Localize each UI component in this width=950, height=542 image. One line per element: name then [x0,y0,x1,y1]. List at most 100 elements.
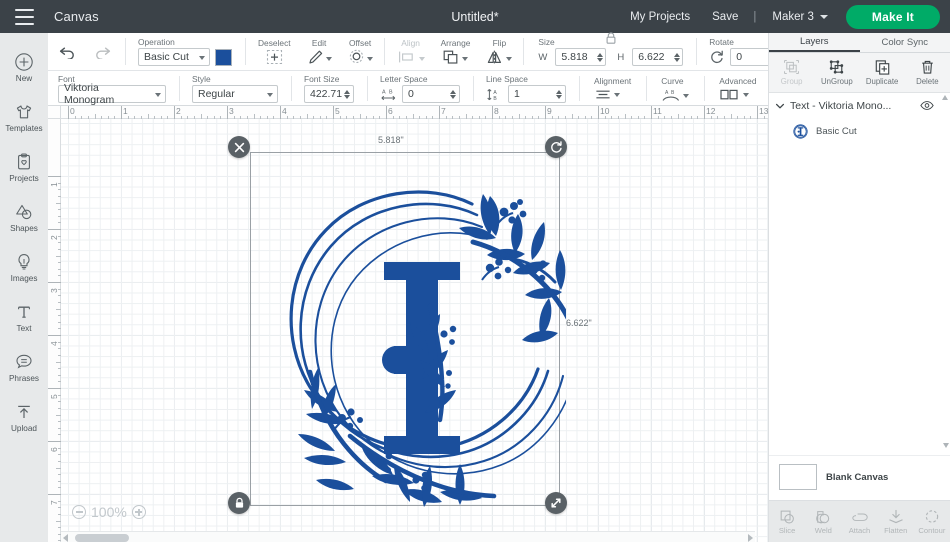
ruler-tick-minor [58,394,61,396]
size-width-stepper[interactable] [595,52,604,62]
flatten-button[interactable]: Flatten [878,509,914,535]
operation-select[interactable]: Basic Cut [138,48,210,66]
speech-bubble-icon [16,354,32,369]
zoom-out-icon[interactable] [72,505,86,519]
eye-icon[interactable] [920,100,934,111]
sidebar-item-shapes[interactable]: Shapes [0,192,48,242]
redo-icon[interactable] [93,44,112,59]
line-space-input[interactable] [514,88,554,100]
chevron-down-icon[interactable] [775,101,785,111]
ruler-tick-minor [697,116,699,119]
sidebar-item-templates[interactable]: Templates [0,92,48,142]
ruler-tick-minor [167,116,169,119]
blank-canvas-row[interactable]: Blank Canvas [769,455,950,500]
zoom-in-icon[interactable] [131,505,146,519]
ruler-tick-minor [730,114,732,119]
ungroup-icon [830,60,844,74]
line-space-field[interactable] [508,85,566,103]
alignment-button[interactable] [594,88,620,101]
ruler-tick-minor [58,301,61,303]
scroll-right-arrow-icon[interactable] [748,534,753,542]
design-canvas-area[interactable]: 5.818" 6.622" 0 1 2 3 4 5 6 7 8 9 10 11 12 13 1234567… [48,106,768,542]
font-size-stepper[interactable] [342,89,350,99]
weld-button[interactable]: Weld [805,509,841,535]
advanced-button[interactable] [719,88,750,101]
arrange-button[interactable]: Arrange [433,38,479,65]
rotate-handle[interactable] [545,136,567,158]
size-height-stepper[interactable] [672,52,681,62]
curve-button[interactable]: A B [661,88,690,102]
font-size-input[interactable] [310,88,342,100]
flatten-label: Flatten [884,525,908,535]
slice-button[interactable]: Slice [769,509,805,535]
group-button[interactable]: Group [769,53,814,92]
ruler-tick-minor [81,116,83,119]
letter-space-field[interactable] [402,85,460,103]
size-height-field[interactable] [632,48,684,66]
letter-space-stepper[interactable] [448,89,456,99]
scroll-down-arrow-icon[interactable] [943,443,949,448]
canvas-scroll-down[interactable] [943,443,949,448]
offset-button[interactable]: Offset [340,38,381,65]
line-space-stepper[interactable] [554,89,562,99]
attach-button[interactable]: Attach [841,509,877,535]
lock-closed-icon [606,32,616,44]
edit-button[interactable]: Edit [299,38,340,65]
make-it-button[interactable]: Make It [845,4,940,29]
width-dimension-label: 5.818" [378,135,404,145]
sidebar-item-upload[interactable]: Upload [0,392,48,442]
sidebar-item-new[interactable]: New [0,42,48,92]
delete-button[interactable]: Delete [905,53,950,92]
hamburger-menu-icon[interactable] [0,0,48,33]
delete-handle[interactable] [228,136,250,158]
size-lock-toggle[interactable] [604,31,617,50]
ruler-tick-minor [58,288,61,290]
sidebar-item-text[interactable]: Text [0,292,48,342]
ungroup-button[interactable]: UnGroup [814,53,859,92]
ruler-tick-minor [505,116,507,119]
scroll-left-arrow-icon[interactable] [63,534,68,542]
sidebar-item-projects[interactable]: Projects [0,142,48,192]
sidebar-item-images[interactable]: Images [0,242,48,292]
save-button[interactable]: Save [701,11,749,23]
ruler-tick-minor [472,116,474,119]
chevron-down-icon [366,57,373,61]
deselect-button[interactable]: Deselect [250,38,299,65]
tab-layers[interactable]: Layers [769,33,860,52]
size-width-field[interactable] [555,48,607,66]
scroll-up-arrow-icon[interactable] [942,95,948,100]
font-select[interactable]: Viktoria Monogram [58,82,166,106]
layer-group-row[interactable]: Text - Viktoria Mono... [769,93,950,118]
layers-scrollbar[interactable] [942,95,949,453]
scrollbar-thumb[interactable] [75,534,129,542]
advanced-split-icon [720,89,738,100]
undo-icon[interactable] [58,44,77,59]
ruler-tick-major [48,441,61,442]
size-width-input[interactable] [561,51,596,63]
contour-button[interactable]: Contour [914,509,950,535]
resize-handle[interactable] [545,492,567,514]
operation-color-swatch[interactable] [215,48,232,66]
flip-button[interactable]: Flip [478,38,520,65]
rotate-icon[interactable] [709,49,725,65]
align-button[interactable]: Align [389,38,433,65]
ruler-tick-major [48,494,61,495]
duplicate-button[interactable]: Duplicate [860,53,905,92]
layer-item-basic-cut[interactable]: Basic Cut [769,118,950,144]
laurel-wreath-monogram-artwork[interactable] [244,146,566,512]
ruler-tick-minor [432,116,434,119]
ruler-label: 5 [335,106,340,116]
lock-aspect-handle[interactable] [228,492,250,514]
my-projects-link[interactable]: My Projects [619,11,701,23]
ruler-tick-minor [624,114,626,119]
letter-space-input[interactable] [408,88,448,100]
horizontal-scrollbar[interactable] [61,531,755,542]
machine-selector[interactable]: Maker 3 [760,11,834,23]
ruler-tick-minor [193,116,195,119]
sidebar-item-phrases[interactable]: Phrases [0,342,48,392]
style-select[interactable]: Regular [192,85,278,103]
size-height-input[interactable] [638,51,673,63]
font-size-field[interactable] [304,85,354,103]
ruler-tick-minor [293,116,295,119]
tab-color-sync[interactable]: Color Sync [860,33,950,52]
